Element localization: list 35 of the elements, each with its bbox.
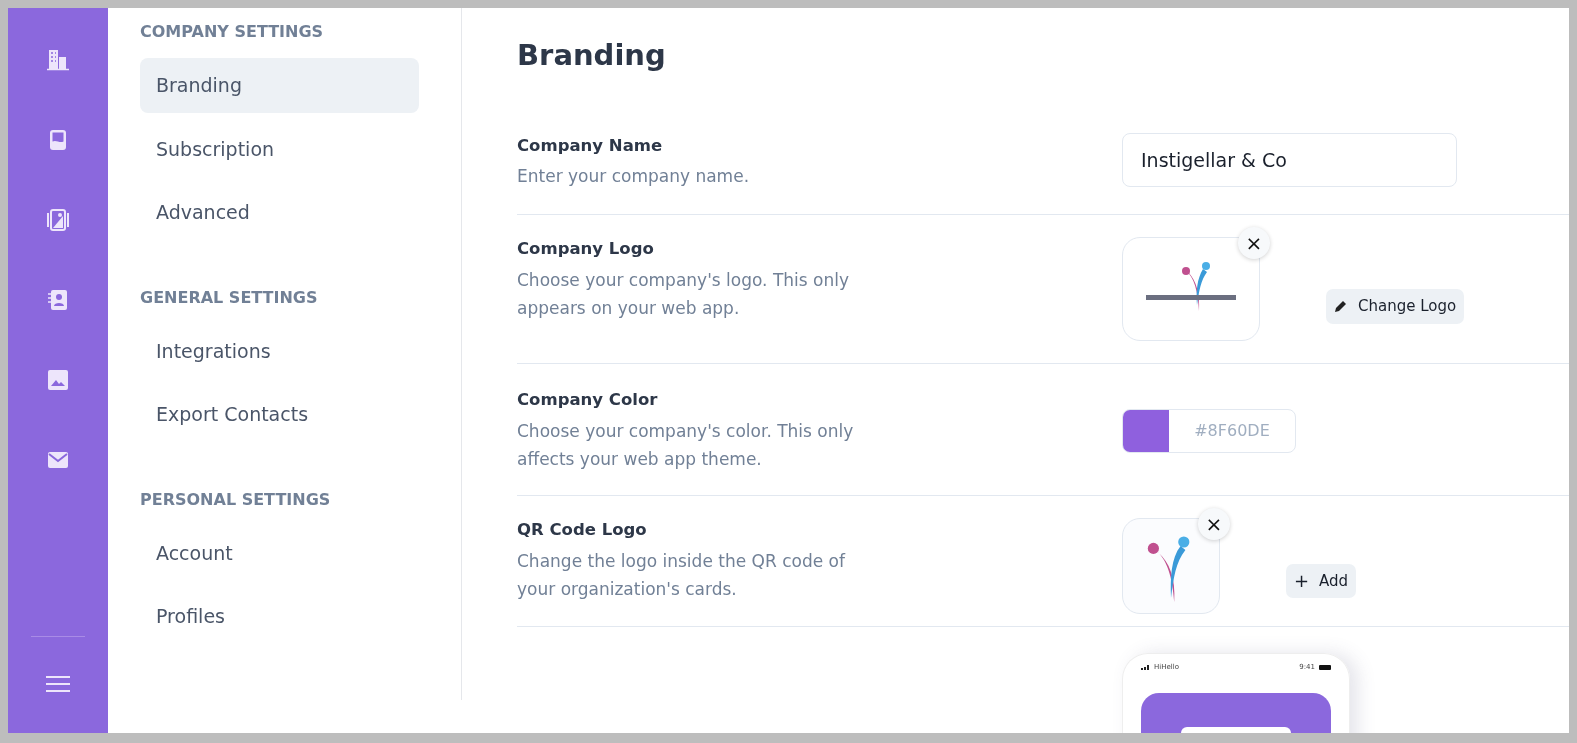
settings-nav-item[interactable]: Export Contacts [140, 387, 419, 442]
field-hint: Choose your company's color. This only affects your web app theme. [517, 420, 855, 472]
pencil-icon [1334, 299, 1348, 314]
settings-nav-item[interactable]: Account [140, 525, 419, 580]
color-swatch[interactable] [1123, 409, 1169, 452]
field-label: Company Logo [517, 238, 655, 261]
section-heading: COMPANY SETTINGS [140, 21, 325, 43]
building-icon[interactable] [46, 48, 70, 72]
plus-icon: + [1294, 572, 1310, 591]
company-name-field[interactable]: Instigellar & Co [1122, 132, 1457, 187]
close-button[interactable]: × [1198, 508, 1230, 541]
change-logo-button[interactable]: Change Logo [1326, 289, 1465, 324]
add-button[interactable]: + Add [1286, 563, 1357, 599]
page-title: Branding [517, 37, 667, 74]
photo-cards-icon[interactable] [46, 208, 70, 232]
field-label: Company Name [517, 134, 664, 157]
signal-icon [1141, 664, 1150, 671]
close-button[interactable]: × [1238, 227, 1270, 260]
image-icon[interactable] [46, 368, 70, 392]
field-label: QR Code Logo [517, 519, 648, 542]
section-heading: PERSONAL SETTINGS [140, 488, 332, 511]
field-hint: Change the logo inside the QR code of your organization's cards. [517, 549, 847, 601]
menu-icon[interactable] [46, 675, 70, 693]
settings-nav-item[interactable]: Integrations [140, 323, 419, 378]
settings-nav-item[interactable]: Branding [140, 58, 419, 113]
settings-nav-item[interactable]: Advanced [140, 185, 419, 240]
section-heading: GENERAL SETTINGS [140, 286, 319, 309]
contact-book-icon[interactable] [46, 288, 70, 312]
battery-icon [1319, 664, 1331, 670]
settings-nav-item[interactable]: Profiles [140, 589, 419, 644]
field-hint: Enter your company name. [517, 165, 751, 189]
color-value: #8F60DE [1193, 419, 1271, 442]
field-label: Company Color [517, 389, 659, 412]
settings-nav-item[interactable]: Subscription [140, 121, 419, 176]
field-hint: Choose your company's logo. This only appears on your web app. [517, 269, 850, 321]
